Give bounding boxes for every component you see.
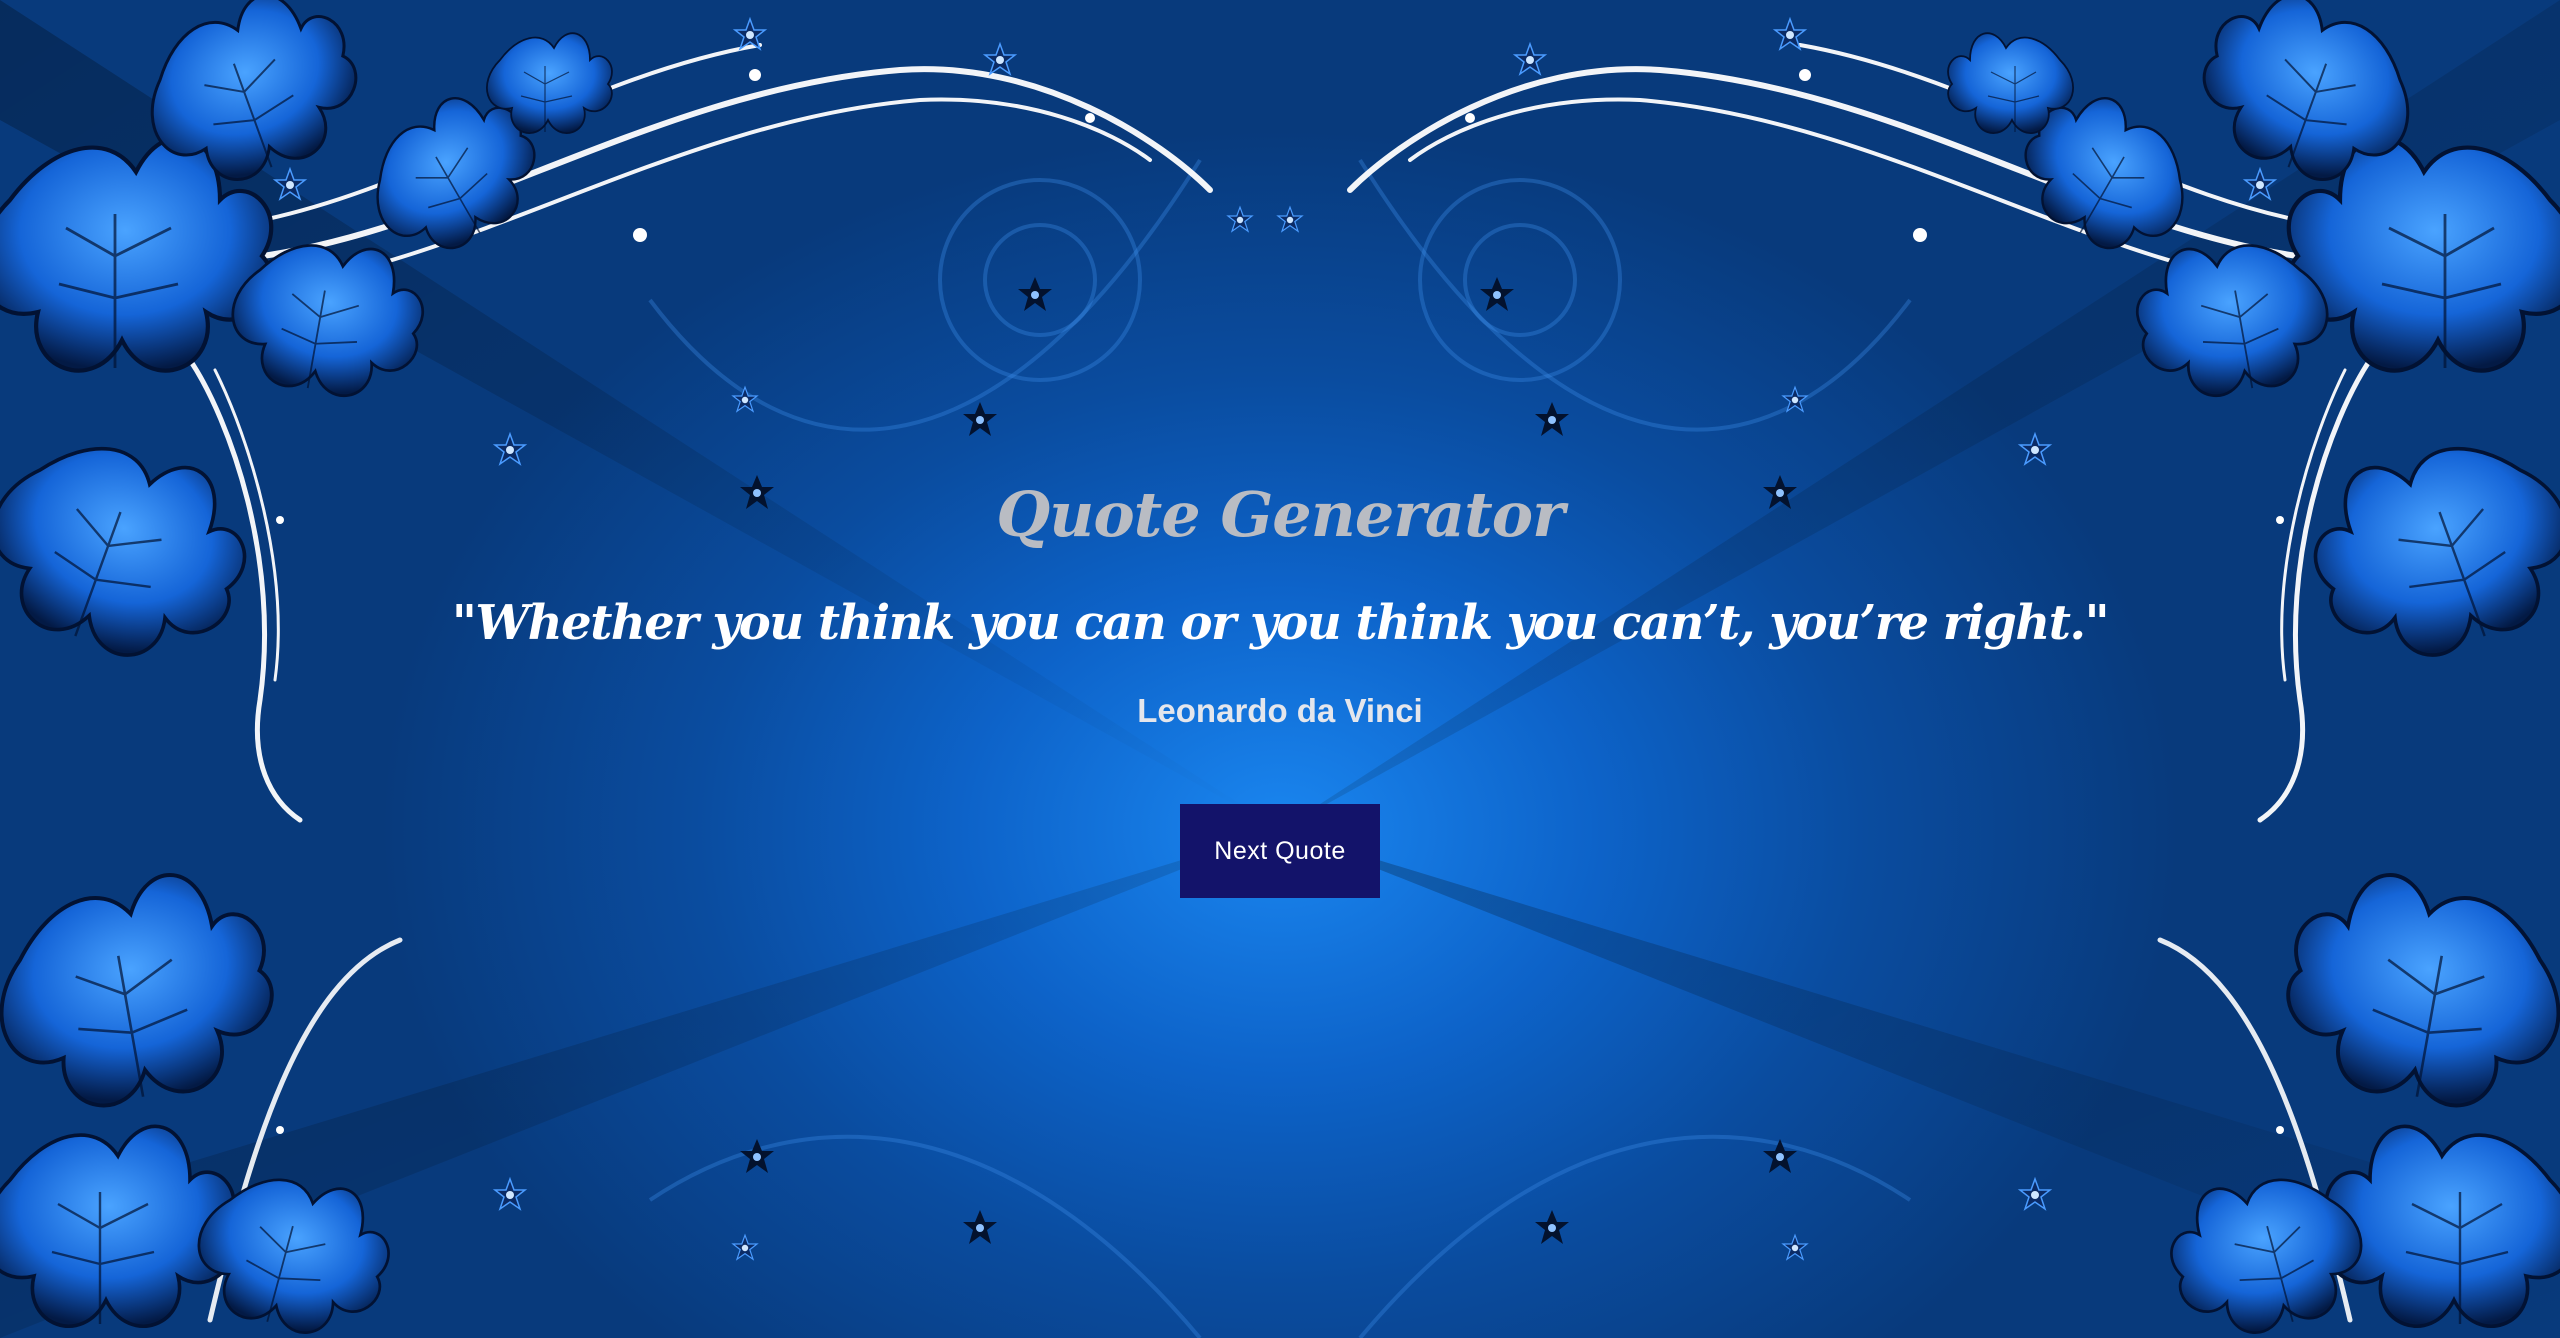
quote-author: Leonardo da Vinci bbox=[1137, 692, 1423, 729]
next-quote-button[interactable]: Next Quote bbox=[1180, 804, 1380, 898]
quote-text: "Whether you think you can or you think … bbox=[451, 595, 2110, 651]
quote-container: Quote Generator "Whether you think you c… bbox=[0, 0, 2560, 1338]
page-title: Quote Generator bbox=[996, 478, 1565, 551]
